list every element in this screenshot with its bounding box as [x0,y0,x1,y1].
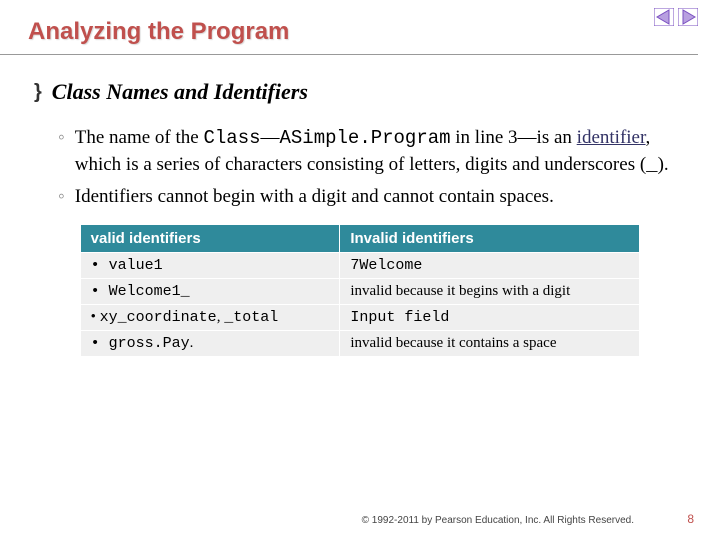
table-row: value1 7Welcome [80,252,640,278]
sub-bullet-icon: ◦ [58,125,65,178]
page-number: 8 [687,512,694,526]
table-row: Welcome1_ invalid because it begins with… [80,278,640,304]
prev-icon[interactable] [654,8,674,26]
bullet-icon: } [34,82,42,102]
content-area: } Class Names and Identifiers ◦ The name… [0,55,720,357]
identifier-link: identifier [577,127,646,148]
bullet-item: ◦ Identifiers cannot begin with a digit … [58,184,686,210]
nav-arrows [654,8,698,26]
copyright-text: © 1992-2011 by Pearson Education, Inc. A… [362,515,634,526]
table-row: gross.Pay. invalid because it contains a… [80,330,640,356]
section-heading: Class Names and Identifiers [52,79,308,105]
bullet-text: The name of the Class—ASimple.Program in… [75,125,686,178]
next-icon[interactable] [678,8,698,26]
bullet-item: ◦ The name of the Class—ASimple.Program … [58,125,686,178]
table-header: Invalid identifiers [340,224,640,252]
table-header: valid identifiers [80,224,340,252]
bullet-text: Identifiers cannot begin with a digit an… [75,184,686,210]
identifiers-table: valid identifiers Invalid identifiers va… [80,224,641,357]
page-title: Analyzing the Program [0,0,698,55]
sub-bullet-icon: ◦ [58,184,65,210]
table-row: xy_coordinate, _total Input field [80,304,640,330]
